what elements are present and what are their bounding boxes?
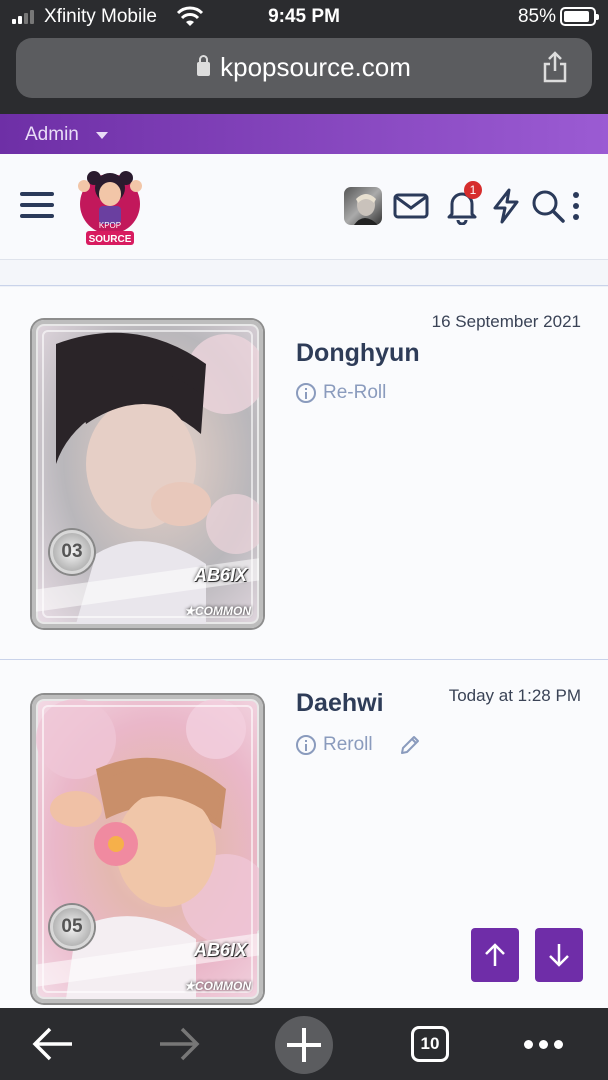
new-tab-button[interactable]	[275, 1016, 333, 1074]
reroll-label: Re-Roll	[323, 382, 387, 403]
share-icon[interactable]	[540, 50, 570, 84]
lightning-icon[interactable]	[487, 187, 525, 225]
card-rarity-label: ★COMMON	[184, 604, 251, 618]
card-image[interactable]: 05 AB6IX ★COMMON	[32, 695, 263, 1003]
item-title[interactable]: Donghyun	[296, 339, 420, 368]
more-vertical-icon[interactable]	[566, 187, 586, 225]
card-number: 03	[50, 530, 94, 574]
forward-icon[interactable]	[156, 1024, 202, 1064]
clock: 9:45 PM	[268, 6, 340, 27]
tabs-button[interactable]: 10	[411, 1026, 449, 1062]
lock-icon	[197, 55, 211, 76]
item-title[interactable]: Daehwi	[296, 689, 384, 718]
plus-icon	[287, 1028, 321, 1062]
item-date: Today at 1:28 PM	[448, 686, 581, 705]
reroll-link[interactable]: Re-Roll	[296, 382, 386, 404]
site-logo[interactable]: KPOP SOURCE	[72, 158, 148, 250]
info-icon	[296, 383, 316, 403]
reroll-label: Reroll	[323, 734, 373, 755]
url-text: kpopsource.com	[220, 52, 411, 82]
browser-top-chrome: Xfinity Mobile 9:45 PM 85% kpopsource.co…	[0, 0, 608, 114]
logo-text-top: KPOP	[99, 221, 121, 230]
card-rarity-label: ★COMMON	[184, 979, 251, 993]
site-header: KPOP SOURCE 1	[0, 154, 608, 260]
battery-icon	[560, 7, 599, 26]
notification-badge: 1	[464, 181, 482, 199]
card-group-label: AB6IX	[193, 940, 247, 960]
menu-icon[interactable]	[20, 192, 54, 220]
logo-text-bottom: SOURCE	[89, 234, 132, 245]
header-spacer	[0, 260, 608, 286]
admin-bar: Admin	[0, 114, 608, 154]
avatar[interactable]	[344, 187, 382, 225]
info-icon	[296, 735, 316, 755]
battery-percent: 85%	[517, 6, 556, 27]
address-bar[interactable]: kpopsource.com	[16, 38, 592, 98]
back-icon[interactable]	[30, 1024, 76, 1064]
mail-icon[interactable]	[392, 187, 430, 225]
arrow-up-icon	[485, 943, 505, 966]
item-date: 16 September 2021	[431, 312, 581, 331]
scroll-top-button[interactable]	[471, 928, 519, 982]
admin-menu[interactable]: Admin	[25, 124, 79, 146]
more-options-icon[interactable]	[524, 1040, 563, 1049]
reroll-link[interactable]: Reroll	[296, 734, 373, 756]
search-icon[interactable]	[529, 187, 567, 225]
card-group-label: AB6IX	[193, 565, 247, 585]
chevron-down-icon[interactable]	[96, 132, 108, 139]
card-number: 05	[50, 905, 94, 949]
card-image[interactable]: 03 AB6IX ★COMMON	[32, 320, 263, 628]
pencil-icon[interactable]	[398, 733, 422, 757]
arrow-down-icon	[549, 944, 569, 967]
scroll-bottom-button[interactable]	[535, 928, 583, 982]
status-bar: Xfinity Mobile 9:45 PM 85%	[0, 0, 608, 34]
list-item: 03 AB6IX ★COMMON 16 September 2021 Dongh…	[0, 287, 608, 660]
card-list: 03 AB6IX ★COMMON 16 September 2021 Dongh…	[0, 287, 608, 1008]
